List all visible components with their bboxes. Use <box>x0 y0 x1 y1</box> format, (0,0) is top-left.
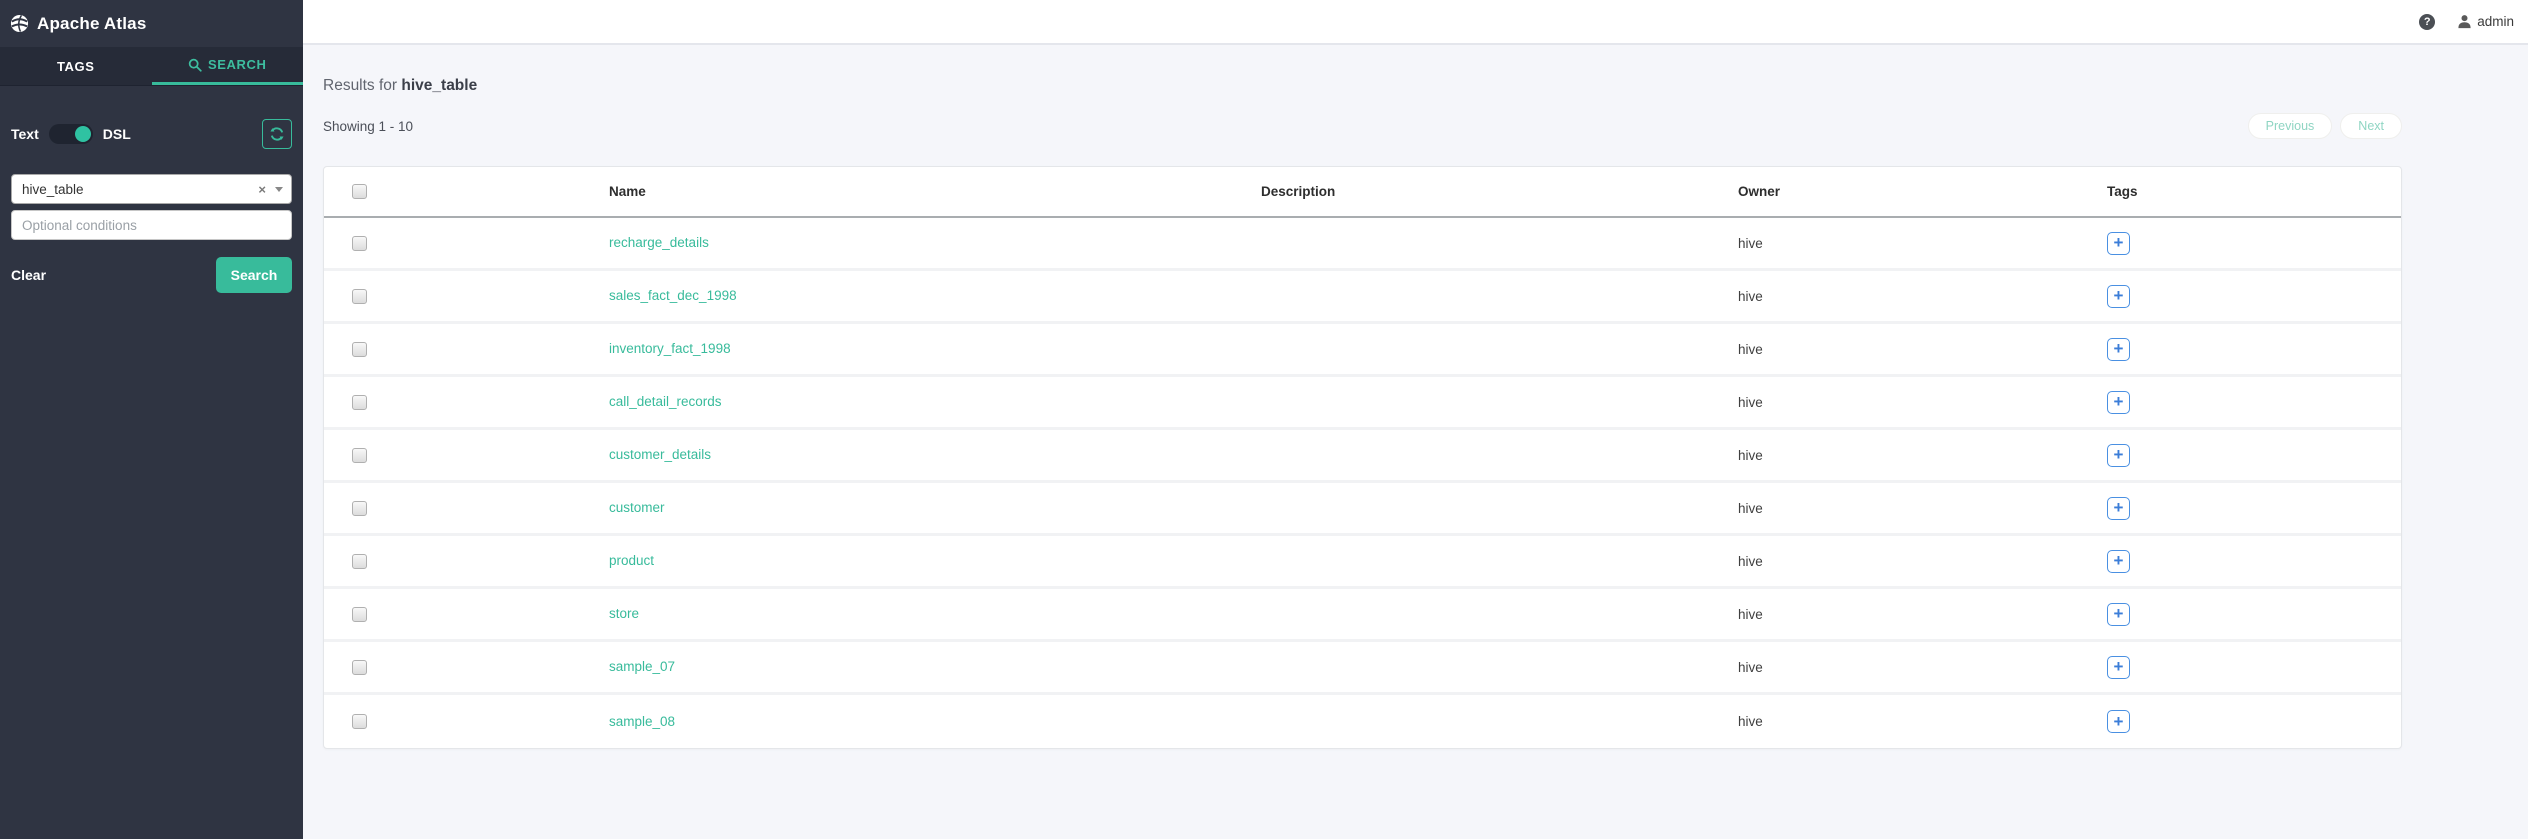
pagination: Previous Next <box>2247 113 2402 139</box>
table-row: customer_details hive + <box>324 430 2401 483</box>
next-button[interactable]: Next <box>2340 113 2402 139</box>
row-name-link[interactable]: sales_fact_dec_1998 <box>609 288 737 303</box>
search-icon <box>188 58 202 72</box>
row-checkbox[interactable] <box>352 447 367 463</box>
row-name-link[interactable]: product <box>609 553 654 568</box>
row-checkbox[interactable] <box>352 235 367 251</box>
search-query-input[interactable] <box>22 181 259 197</box>
table-body: recharge_details hive + sales_fact_dec_1… <box>324 218 2401 748</box>
clear-selection-icon[interactable]: × <box>258 183 266 196</box>
header-name: Name <box>609 184 646 199</box>
row-owner: hive <box>1738 341 1763 357</box>
refresh-icon <box>269 126 285 142</box>
topbar: ? admin <box>303 0 2528 45</box>
app-header: Apache Atlas <box>0 0 303 47</box>
row-checkbox[interactable] <box>352 341 367 357</box>
add-tag-button[interactable]: + <box>2107 602 2130 626</box>
results-title-prefix: Results for <box>323 77 402 94</box>
table-row: call_detail_records hive + <box>324 377 2401 430</box>
table-header-row: Name Description Owner Tags <box>324 167 2401 218</box>
row-checkbox[interactable] <box>352 553 367 569</box>
row-owner: hive <box>1738 500 1763 516</box>
results-title-query: hive_table <box>401 77 478 94</box>
add-tag-button[interactable]: + <box>2107 390 2130 414</box>
select-all-checkbox[interactable] <box>352 184 367 199</box>
row-name-link[interactable]: store <box>609 606 639 621</box>
row-checkbox[interactable] <box>352 714 367 729</box>
row-checkbox[interactable] <box>352 606 367 622</box>
row-name-link[interactable]: customer <box>609 500 665 515</box>
text-dsl-toggle[interactable] <box>48 124 93 144</box>
row-checkbox[interactable] <box>352 500 367 516</box>
sidebar: Apache Atlas TAGS SEARCH Text DSL hive_t… <box>0 0 303 839</box>
row-owner: hive <box>1738 288 1763 304</box>
row-checkbox[interactable] <box>352 659 367 675</box>
type-select-box[interactable]: × <box>11 174 292 204</box>
tab-tags-label: TAGS <box>56 58 95 74</box>
table-row: sales_fact_dec_1998 hive + <box>324 271 2401 324</box>
optional-conditions-input[interactable] <box>11 210 292 240</box>
row-owner: hive <box>1738 553 1763 569</box>
chevron-down-icon[interactable] <box>275 186 283 192</box>
row-name-link[interactable]: customer_details <box>609 447 711 462</box>
row-owner: hive <box>1738 235 1763 251</box>
help-icon[interactable]: ? <box>2419 13 2436 30</box>
row-owner: hive <box>1738 659 1763 675</box>
table-row: sample_08 hive + <box>324 695 2401 748</box>
tab-search[interactable]: SEARCH <box>151 47 303 85</box>
showing-count-label: Showing 1 - 10 <box>323 118 414 134</box>
row-name-link[interactable]: call_detail_records <box>609 394 722 409</box>
user-menu[interactable]: admin <box>2457 14 2514 29</box>
sidebar-tabs: TAGS SEARCH <box>0 47 303 86</box>
table-row: inventory_fact_1998 hive + <box>324 324 2401 377</box>
search-filter-panel: Text DSL × <box>0 119 303 293</box>
row-name-link[interactable]: sample_08 <box>609 714 675 729</box>
user-icon <box>2457 14 2472 29</box>
tab-search-label: SEARCH <box>208 57 267 72</box>
row-owner: hive <box>1738 714 1763 729</box>
add-tag-button[interactable]: + <box>2107 337 2130 361</box>
previous-button[interactable]: Previous <box>2247 113 2333 139</box>
add-tag-button[interactable]: + <box>2107 284 2130 308</box>
header-tags: Tags <box>2107 184 2138 199</box>
row-name-link[interactable]: sample_07 <box>609 659 675 674</box>
results-table: Name Description Owner Tags recharge_det… <box>323 166 2402 749</box>
search-button[interactable]: Search <box>216 257 292 293</box>
dsl-mode-label[interactable]: DSL <box>103 126 131 142</box>
header-owner: Owner <box>1738 184 1781 199</box>
results-content: Results for hive_table Showing 1 - 10 Pr… <box>303 77 2528 749</box>
main-area: ? admin Results for hive_table Showing 1… <box>303 0 2528 839</box>
row-owner: hive <box>1738 394 1763 410</box>
atlas-globe-icon <box>10 14 37 33</box>
row-owner: hive <box>1738 606 1763 622</box>
table-row: store hive + <box>324 589 2401 642</box>
app-title: Apache Atlas <box>37 13 147 33</box>
row-owner: hive <box>1738 447 1763 463</box>
row-checkbox[interactable] <box>352 394 367 410</box>
row-checkbox[interactable] <box>352 288 367 304</box>
table-row: customer hive + <box>324 483 2401 536</box>
table-row: sample_07 hive + <box>324 642 2401 695</box>
row-name-link[interactable]: recharge_details <box>609 235 709 250</box>
add-tag-button[interactable]: + <box>2107 231 2130 255</box>
add-tag-button[interactable]: + <box>2107 496 2130 520</box>
tab-tags[interactable]: TAGS <box>0 47 152 85</box>
username-label: admin <box>2477 14 2514 29</box>
clear-link[interactable]: Clear <box>11 267 46 283</box>
row-name-link[interactable]: inventory_fact_1998 <box>609 341 731 356</box>
text-mode-label[interactable]: Text <box>11 126 39 142</box>
results-title: Results for hive_table <box>323 77 2402 95</box>
add-tag-button[interactable]: + <box>2107 710 2130 733</box>
refresh-button[interactable] <box>262 119 292 149</box>
add-tag-button[interactable]: + <box>2107 443 2130 467</box>
header-description: Description <box>1261 184 1336 199</box>
table-row: recharge_details hive + <box>324 218 2401 271</box>
add-tag-button[interactable]: + <box>2107 655 2130 679</box>
toggle-knob <box>74 126 91 142</box>
add-tag-button[interactable]: + <box>2107 549 2130 573</box>
table-row: product hive + <box>324 536 2401 589</box>
